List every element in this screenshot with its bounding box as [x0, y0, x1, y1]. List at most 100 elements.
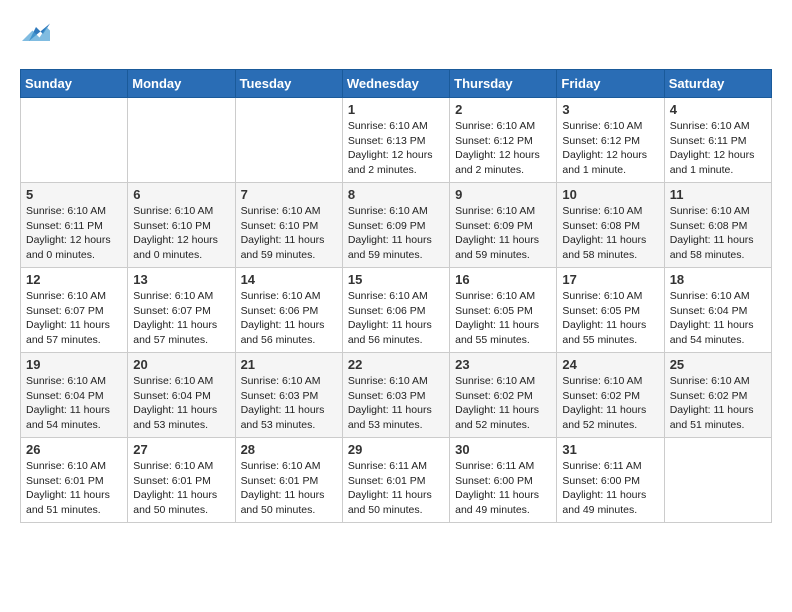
weekday-header: Saturday	[664, 70, 771, 98]
day-number: 23	[455, 357, 551, 372]
day-info: Sunrise: 6:10 AM Sunset: 6:10 PM Dayligh…	[133, 204, 229, 263]
calendar-day-cell: 15Sunrise: 6:10 AM Sunset: 6:06 PM Dayli…	[342, 268, 449, 353]
day-info: Sunrise: 6:10 AM Sunset: 6:02 PM Dayligh…	[670, 374, 766, 433]
day-info: Sunrise: 6:10 AM Sunset: 6:02 PM Dayligh…	[562, 374, 658, 433]
day-number: 3	[562, 102, 658, 117]
weekday-header: Thursday	[450, 70, 557, 98]
day-info: Sunrise: 6:10 AM Sunset: 6:07 PM Dayligh…	[133, 289, 229, 348]
day-info: Sunrise: 6:10 AM Sunset: 6:09 PM Dayligh…	[348, 204, 444, 263]
day-number: 30	[455, 442, 551, 457]
day-info: Sunrise: 6:10 AM Sunset: 6:11 PM Dayligh…	[670, 119, 766, 178]
calendar-day-cell: 19Sunrise: 6:10 AM Sunset: 6:04 PM Dayli…	[21, 353, 128, 438]
day-number: 14	[241, 272, 337, 287]
calendar-day-cell: 28 Sunrise: 6:10 AM Sunset: 6:01 PM Dayli…	[235, 438, 342, 523]
calendar-day-cell: 17Sunrise: 6:10 AM Sunset: 6:05 PM Dayli…	[557, 268, 664, 353]
calendar-day-cell: 22 Sunrise: 6:10 AM Sunset: 6:03 PM Dayli…	[342, 353, 449, 438]
day-info: Sunrise: 6:11 AM Sunset: 6:01 PM Dayligh…	[348, 459, 444, 518]
calendar-week-row: 12 Sunrise: 6:10 AM Sunset: 6:07 PM Dayli…	[21, 268, 772, 353]
day-info: Sunrise: 6:10 AM Sunset: 6:13 PM Dayligh…	[348, 119, 444, 178]
day-number: 27	[133, 442, 229, 457]
day-info: Sunrise: 6:10 AM Sunset: 6:01 PM Dayligh…	[241, 459, 337, 518]
weekday-header: Tuesday	[235, 70, 342, 98]
day-number: 5	[26, 187, 122, 202]
day-number: 29	[348, 442, 444, 457]
calendar-day-cell	[235, 98, 342, 183]
day-number: 28	[241, 442, 337, 457]
calendar-day-cell: 30Sunrise: 6:11 AM Sunset: 6:00 PM Dayli…	[450, 438, 557, 523]
calendar-day-cell: 26 Sunrise: 6:10 AM Sunset: 6:01 PM Dayli…	[21, 438, 128, 523]
calendar-day-cell: 31 Sunrise: 6:11 AM Sunset: 6:00 PM Dayli…	[557, 438, 664, 523]
day-info: Sunrise: 6:10 AM Sunset: 6:08 PM Dayligh…	[670, 204, 766, 263]
weekday-header: Sunday	[21, 70, 128, 98]
day-number: 6	[133, 187, 229, 202]
calendar-week-row: 1 Sunrise: 6:10 AM Sunset: 6:13 PM Daylig…	[21, 98, 772, 183]
day-info: Sunrise: 6:10 AM Sunset: 6:06 PM Dayligh…	[241, 289, 337, 348]
day-info: Sunrise: 6:10 AM Sunset: 6:12 PM Dayligh…	[562, 119, 658, 178]
day-number: 12	[26, 272, 122, 287]
day-info: Sunrise: 6:10 AM Sunset: 6:01 PM Dayligh…	[26, 459, 122, 518]
day-number: 8	[348, 187, 444, 202]
weekday-header: Wednesday	[342, 70, 449, 98]
page-header	[20, 20, 772, 53]
day-info: Sunrise: 6:10 AM Sunset: 6:01 PM Dayligh…	[133, 459, 229, 518]
day-number: 16	[455, 272, 551, 287]
calendar-day-cell	[128, 98, 235, 183]
calendar-week-row: 19Sunrise: 6:10 AM Sunset: 6:04 PM Dayli…	[21, 353, 772, 438]
logo-icon	[22, 20, 50, 48]
calendar-day-cell: 5 Sunrise: 6:10 AM Sunset: 6:11 PM Daylig…	[21, 183, 128, 268]
day-info: Sunrise: 6:10 AM Sunset: 6:04 PM Dayligh…	[670, 289, 766, 348]
day-number: 26	[26, 442, 122, 457]
day-info: Sunrise: 6:10 AM Sunset: 6:08 PM Dayligh…	[562, 204, 658, 263]
day-info: Sunrise: 6:10 AM Sunset: 6:05 PM Dayligh…	[562, 289, 658, 348]
day-number: 2	[455, 102, 551, 117]
day-number: 1	[348, 102, 444, 117]
calendar-day-cell: 6 Sunrise: 6:10 AM Sunset: 6:10 PM Daylig…	[128, 183, 235, 268]
day-number: 24	[562, 357, 658, 372]
day-info: Sunrise: 6:11 AM Sunset: 6:00 PM Dayligh…	[562, 459, 658, 518]
day-info: Sunrise: 6:10 AM Sunset: 6:06 PM Dayligh…	[348, 289, 444, 348]
calendar-day-cell	[21, 98, 128, 183]
day-number: 25	[670, 357, 766, 372]
calendar-day-cell: 3 Sunrise: 6:10 AM Sunset: 6:12 PM Daylig…	[557, 98, 664, 183]
logo	[20, 20, 50, 53]
day-info: Sunrise: 6:10 AM Sunset: 6:04 PM Dayligh…	[26, 374, 122, 433]
day-info: Sunrise: 6:10 AM Sunset: 6:10 PM Dayligh…	[241, 204, 337, 263]
day-number: 21	[241, 357, 337, 372]
calendar-day-cell: 8 Sunrise: 6:10 AM Sunset: 6:09 PM Daylig…	[342, 183, 449, 268]
weekday-header: Friday	[557, 70, 664, 98]
calendar-day-cell: 24 Sunrise: 6:10 AM Sunset: 6:02 PM Dayli…	[557, 353, 664, 438]
calendar-day-cell	[664, 438, 771, 523]
calendar-day-cell: 18Sunrise: 6:10 AM Sunset: 6:04 PM Dayli…	[664, 268, 771, 353]
day-number: 4	[670, 102, 766, 117]
calendar-day-cell: 12 Sunrise: 6:10 AM Sunset: 6:07 PM Dayli…	[21, 268, 128, 353]
calendar-day-cell: 4 Sunrise: 6:10 AM Sunset: 6:11 PM Daylig…	[664, 98, 771, 183]
calendar-day-cell: 2 Sunrise: 6:10 AM Sunset: 6:12 PM Daylig…	[450, 98, 557, 183]
calendar-day-cell: 25 Sunrise: 6:10 AM Sunset: 6:02 PM Dayli…	[664, 353, 771, 438]
day-info: Sunrise: 6:10 AM Sunset: 6:07 PM Dayligh…	[26, 289, 122, 348]
calendar-week-row: 26 Sunrise: 6:10 AM Sunset: 6:01 PM Dayli…	[21, 438, 772, 523]
calendar-day-cell: 7 Sunrise: 6:10 AM Sunset: 6:10 PM Daylig…	[235, 183, 342, 268]
day-info: Sunrise: 6:10 AM Sunset: 6:05 PM Dayligh…	[455, 289, 551, 348]
weekday-header: Monday	[128, 70, 235, 98]
calendar-day-cell: 10Sunrise: 6:10 AM Sunset: 6:08 PM Dayli…	[557, 183, 664, 268]
day-number: 22	[348, 357, 444, 372]
day-info: Sunrise: 6:10 AM Sunset: 6:11 PM Dayligh…	[26, 204, 122, 263]
calendar-day-cell: 16 Sunrise: 6:10 AM Sunset: 6:05 PM Dayli…	[450, 268, 557, 353]
calendar-day-cell: 27 Sunrise: 6:10 AM Sunset: 6:01 PM Dayli…	[128, 438, 235, 523]
day-number: 20	[133, 357, 229, 372]
calendar-day-cell: 20Sunrise: 6:10 AM Sunset: 6:04 PM Dayli…	[128, 353, 235, 438]
calendar-day-cell: 1 Sunrise: 6:10 AM Sunset: 6:13 PM Daylig…	[342, 98, 449, 183]
day-number: 13	[133, 272, 229, 287]
day-number: 7	[241, 187, 337, 202]
calendar-day-cell: 13 Sunrise: 6:10 AM Sunset: 6:07 PM Dayli…	[128, 268, 235, 353]
day-info: Sunrise: 6:10 AM Sunset: 6:12 PM Dayligh…	[455, 119, 551, 178]
calendar-table: SundayMondayTuesdayWednesdayThursdayFrid…	[20, 69, 772, 523]
day-info: Sunrise: 6:10 AM Sunset: 6:09 PM Dayligh…	[455, 204, 551, 263]
calendar-day-cell: 29 Sunrise: 6:11 AM Sunset: 6:01 PM Dayli…	[342, 438, 449, 523]
day-info: Sunrise: 6:10 AM Sunset: 6:03 PM Dayligh…	[348, 374, 444, 433]
day-info: Sunrise: 6:10 AM Sunset: 6:03 PM Dayligh…	[241, 374, 337, 433]
day-number: 9	[455, 187, 551, 202]
calendar-day-cell: 11Sunrise: 6:10 AM Sunset: 6:08 PM Dayli…	[664, 183, 771, 268]
day-number: 31	[562, 442, 658, 457]
calendar-day-cell: 21 Sunrise: 6:10 AM Sunset: 6:03 PM Dayli…	[235, 353, 342, 438]
